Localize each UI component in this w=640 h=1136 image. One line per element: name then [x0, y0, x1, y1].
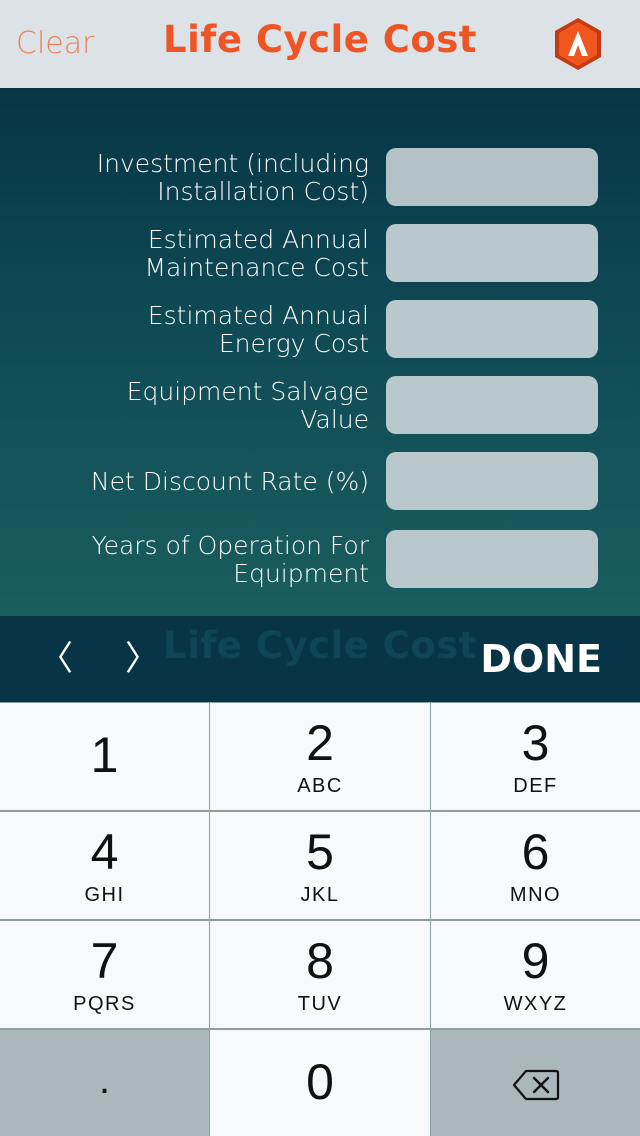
key-4[interactable]: 4 GHI: [0, 812, 209, 919]
key-9-number: 9: [521, 933, 550, 989]
form-row-years: Years of Operation For Equipment: [0, 530, 640, 590]
key-9[interactable]: 9 WXYZ: [431, 921, 640, 1028]
key-4-letters: GHI: [84, 884, 125, 906]
key-2-number: 2: [306, 715, 334, 771]
key-7-letters: PQRS: [73, 993, 136, 1015]
key-7-number: 7: [90, 933, 119, 989]
navigation-bar: Clear Life Cycle Cost: [0, 0, 640, 88]
key-3-letters: DEF: [513, 775, 558, 797]
key-2-letters: ABC: [297, 775, 343, 797]
key-6-number: 6: [521, 824, 550, 880]
form-row-discount: Net Discount Rate (%): [0, 452, 640, 512]
key-0-number: 0: [306, 1054, 334, 1110]
key-decimal-symbol: .: [98, 1058, 111, 1102]
chevron-right-icon[interactable]: 〉: [122, 638, 162, 680]
key-5-number: 5: [306, 824, 334, 880]
chevron-left-icon[interactable]: 〈: [36, 638, 76, 680]
maintenance-cost-label: Estimated Annual Maintenance Cost: [144, 225, 369, 282]
key-8-number: 8: [306, 933, 334, 989]
years-operation-label: Years of Operation For Equipment: [91, 531, 369, 588]
key-4-number: 4: [90, 824, 119, 880]
key-7[interactable]: 7 PQRS: [0, 921, 209, 1028]
form-panel: Investment (including Installation Cost)…: [0, 88, 640, 616]
discount-rate-label: Net Discount Rate (%): [90, 467, 369, 496]
key-1[interactable]: 1: [0, 703, 209, 810]
key-6[interactable]: 6 MNO: [431, 812, 640, 919]
key-6-letters: MNO: [509, 884, 562, 906]
salvage-value-field[interactable]: [386, 376, 598, 434]
page-title: Life Cycle Cost: [163, 18, 477, 61]
key-2[interactable]: 2 ABC: [210, 703, 430, 810]
years-operation-field[interactable]: [386, 530, 598, 588]
key-5-letters: JKL: [300, 884, 340, 906]
form-row-maintenance: Estimated Annual Maintenance Cost: [0, 224, 640, 284]
key-8-letters: TUV: [297, 993, 343, 1015]
key-1-number: 1: [90, 727, 119, 783]
key-3-number: 3: [521, 715, 550, 771]
app-logo-icon[interactable]: [552, 16, 604, 72]
key-3[interactable]: 3 DEF: [431, 703, 640, 810]
key-backspace[interactable]: [431, 1030, 640, 1136]
form-row-salvage: Equipment Salvage Value: [0, 376, 640, 436]
key-decimal[interactable]: .: [0, 1030, 209, 1136]
investment-field[interactable]: [386, 148, 598, 206]
maintenance-cost-field[interactable]: [386, 224, 598, 282]
backspace-icon: [512, 1068, 560, 1102]
key-8[interactable]: 8 TUV: [210, 921, 430, 1028]
numeric-keypad: 1 2 ABC 3 DEF 4 GHI 5 JKL 6 MNO 7 PQRS 8…: [0, 702, 640, 1136]
key-9-letters: WXYZ: [503, 993, 568, 1015]
investment-label: Investment (including Installation Cost): [96, 149, 369, 206]
form-row-investment: Investment (including Installation Cost): [0, 148, 640, 208]
keyboard-toolbar: 〈 〉 Life Cycle Cost DONE: [0, 616, 640, 702]
salvage-value-label: Equipment Salvage Value: [126, 377, 369, 434]
key-5[interactable]: 5 JKL: [210, 812, 430, 919]
key-0[interactable]: 0: [210, 1030, 430, 1136]
energy-cost-label: Estimated Annual Energy Cost: [147, 301, 369, 358]
done-button[interactable]: DONE: [480, 636, 602, 682]
energy-cost-field[interactable]: [386, 300, 598, 358]
discount-rate-field[interactable]: [386, 452, 598, 510]
form-row-energy: Estimated Annual Energy Cost: [0, 300, 640, 360]
